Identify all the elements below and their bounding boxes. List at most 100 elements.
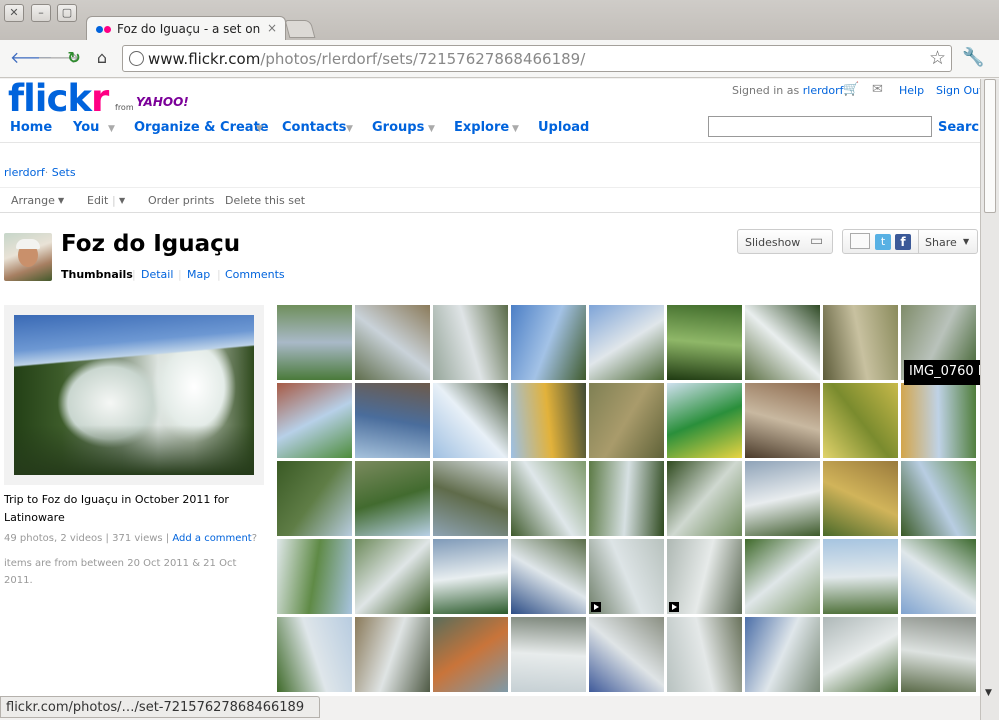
minimize-icon[interactable]: – (31, 4, 51, 22)
photo-thumbnail[interactable] (823, 461, 898, 536)
username-link[interactable]: rlerdorf (803, 84, 844, 97)
photo-thumbnail[interactable] (667, 539, 742, 614)
breadcrumb-sets[interactable]: Sets (52, 166, 76, 179)
close-window-icon[interactable]: ✕ (4, 4, 24, 22)
maximize-icon[interactable]: ▢ (57, 4, 77, 22)
nav-explore[interactable]: Explore (454, 120, 509, 135)
photo-thumbnail[interactable] (823, 539, 898, 614)
photo-thumbnail[interactable] (277, 539, 352, 614)
nav-contacts[interactable]: Contacts (282, 120, 346, 135)
cart-icon[interactable]: 🛒 (843, 82, 859, 97)
tab-detail[interactable]: Detail (141, 268, 173, 281)
tab-thumbnails[interactable]: Thumbnails (61, 268, 133, 281)
star-icon[interactable]: ☆ (929, 47, 946, 69)
tab-comments[interactable]: Comments (225, 268, 285, 281)
photo-thumbnail[interactable] (589, 305, 664, 380)
nav-you[interactable]: You (73, 120, 99, 135)
order-prints-link[interactable]: Order prints (148, 194, 214, 207)
sign-out-link[interactable]: Sign Out (936, 84, 980, 97)
chevron-down-icon[interactable]: ▼ (346, 120, 353, 138)
reload-icon[interactable]: ↻ (64, 48, 84, 68)
photo-thumbnail[interactable] (433, 461, 508, 536)
browser-tab[interactable]: Foz do Iguaçu - a set on Fli × (86, 16, 286, 42)
twitter-icon[interactable]: t (875, 234, 891, 250)
nav-home[interactable]: Home (10, 120, 52, 135)
tab-close-icon[interactable]: × (267, 21, 277, 35)
photo-thumbnail[interactable] (355, 383, 430, 458)
mail-icon[interactable]: ✉ (872, 82, 883, 97)
photo-thumbnail[interactable] (277, 305, 352, 380)
photo-thumbnail[interactable] (589, 539, 664, 614)
photo-thumbnail[interactable] (511, 617, 586, 692)
scrollbar-thumb[interactable] (984, 79, 996, 213)
photo-thumbnail[interactable] (433, 617, 508, 692)
photo-thumbnail[interactable] (589, 617, 664, 692)
share-button[interactable]: t f Share ▼ (842, 229, 978, 254)
photo-thumbnail[interactable] (511, 461, 586, 536)
cover-photo[interactable] (14, 315, 254, 475)
photo-thumbnail[interactable] (745, 617, 820, 692)
help-link[interactable]: Help (899, 84, 924, 97)
slideshow-button[interactable]: Slideshow ▭ (737, 229, 833, 254)
photo-thumbnail[interactable] (355, 617, 430, 692)
photo-thumbnail[interactable] (901, 383, 976, 458)
scroll-down-icon[interactable]: ▼ (985, 688, 992, 698)
nav-organize[interactable]: Organize & Create (134, 120, 269, 135)
home-icon[interactable]: ⌂ (92, 48, 112, 68)
photo-thumbnail[interactable] (589, 383, 664, 458)
photo-thumbnail[interactable] (589, 461, 664, 536)
new-tab-button[interactable] (284, 20, 316, 38)
photo-thumbnail[interactable] (745, 539, 820, 614)
facebook-icon[interactable]: f (895, 234, 911, 250)
photo-thumbnail[interactable] (745, 305, 820, 380)
chevron-down-icon[interactable]: ▼ (428, 120, 435, 138)
photo-thumbnail[interactable] (901, 539, 976, 614)
nav-upload[interactable]: Upload (538, 120, 589, 135)
photo-thumbnail[interactable] (433, 539, 508, 614)
photo-thumbnail[interactable] (823, 617, 898, 692)
nav-groups[interactable]: Groups (372, 120, 424, 135)
photo-thumbnail[interactable] (355, 539, 430, 614)
photo-thumbnail[interactable] (277, 461, 352, 536)
photo-thumbnail[interactable] (433, 383, 508, 458)
address-bar[interactable]: www.flickr.com/photos/rlerdorf/sets/7215… (122, 45, 952, 72)
arrange-menu[interactable]: Arrange (11, 194, 55, 207)
search-input[interactable] (708, 116, 932, 137)
chevron-down-icon[interactable]: ▼ (512, 120, 519, 138)
edit-menu[interactable]: Edit (87, 194, 108, 207)
photo-thumbnail[interactable] (901, 461, 976, 536)
photo-thumbnail[interactable] (745, 383, 820, 458)
photo-thumbnail[interactable] (277, 383, 352, 458)
chevron-down-icon[interactable]: ▼ (256, 120, 263, 138)
photo-thumbnail[interactable] (511, 305, 586, 380)
photo-thumbnail[interactable] (511, 539, 586, 614)
add-comment-link[interactable]: Add a comment (172, 533, 251, 544)
chevron-down-icon[interactable]: ▼ (58, 196, 64, 205)
flickr-logo[interactable]: flickr from YAHOO! (8, 79, 189, 119)
photo-thumbnail[interactable] (823, 383, 898, 458)
photo-thumbnail[interactable] (667, 617, 742, 692)
photo-thumbnail[interactable] (433, 305, 508, 380)
delete-set-link[interactable]: Delete this set (225, 194, 305, 207)
wrench-icon[interactable]: 🔧 (962, 47, 984, 68)
breadcrumb-user[interactable]: rlerdorf (4, 166, 45, 179)
tab-map[interactable]: Map (187, 268, 210, 281)
forward-icon[interactable]: 🡒 (37, 48, 80, 68)
photo-thumbnail[interactable] (277, 617, 352, 692)
photo-thumbnail[interactable] (823, 305, 898, 380)
photo-thumbnail[interactable] (901, 617, 976, 692)
back-icon[interactable]: 🡐 (10, 48, 53, 68)
photo-thumbnail[interactable] (745, 461, 820, 536)
search-button[interactable]: Search (938, 120, 980, 135)
vertical-scrollbar[interactable]: ▼ (980, 79, 999, 720)
photo-thumbnail[interactable] (355, 305, 430, 380)
avatar[interactable] (4, 233, 52, 281)
photo-thumbnail[interactable] (667, 305, 742, 380)
photo-thumbnail[interactable] (511, 383, 586, 458)
photo-thumbnail[interactable] (355, 461, 430, 536)
photo-thumbnail[interactable] (667, 461, 742, 536)
chevron-down-icon[interactable]: ▼ (108, 120, 115, 138)
chevron-down-icon[interactable]: ▼ (119, 196, 125, 205)
photo-thumbnail[interactable] (667, 383, 742, 458)
email-icon[interactable] (850, 233, 870, 249)
